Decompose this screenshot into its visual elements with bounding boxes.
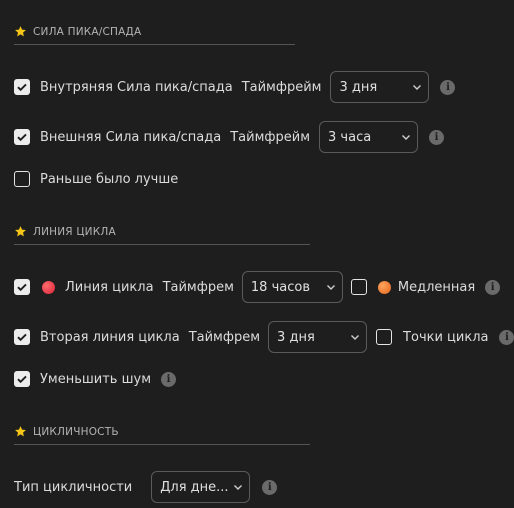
external-peak-checkbox[interactable]: [14, 129, 30, 145]
select-value: 18 часов: [250, 279, 310, 295]
section-header-cycle: ЛИНИЯ ЦИКЛА: [14, 225, 116, 238]
second-cycle-line-timeframe-select[interactable]: 3 дня: [268, 321, 368, 353]
external-peak-timeframe-select[interactable]: 3 часа: [319, 121, 419, 153]
section-divider: [14, 444, 310, 445]
section-header-peak: СИЛА ПИКА/СПАДА: [14, 25, 141, 38]
section-title: ЛИНИЯ ЦИКЛА: [33, 225, 116, 238]
select-value: 3 часа: [328, 129, 372, 145]
info-icon[interactable]: i: [485, 279, 501, 295]
check-icon: [17, 333, 27, 342]
info-icon[interactable]: i: [262, 479, 278, 495]
reduce-noise-checkbox[interactable]: [14, 371, 30, 387]
cycle-line-color-swatch[interactable]: [42, 280, 55, 294]
check-icon: [17, 133, 27, 142]
timeframe-label: Таймфрейм: [241, 79, 322, 95]
second-cycle-line-checkbox[interactable]: [14, 329, 30, 345]
cycle-line-checkbox[interactable]: [14, 279, 30, 295]
second-cycle-line-label: Вторая линия цикла: [40, 329, 180, 345]
star-icon: [15, 26, 26, 37]
info-icon[interactable]: i: [429, 129, 445, 145]
check-icon: [17, 283, 27, 292]
chevron-down-icon: [413, 85, 422, 90]
row-earlier-better: Раньше было лучше: [14, 163, 178, 195]
cycle-points-label: Точки цикла: [403, 329, 489, 345]
section-divider: [14, 244, 310, 245]
timeframe-label: Таймфрем: [162, 279, 234, 295]
cycle-line-label: Линия цикла: [65, 279, 154, 295]
row-reduce-noise: Уменьшить шум i: [14, 363, 176, 395]
earlier-better-label: Раньше было лучше: [40, 171, 179, 187]
chevron-down-icon: [402, 135, 411, 140]
row-external-peak: Внешняя Сила пика/спада Таймфрейм 3 часа…: [14, 121, 445, 153]
info-icon[interactable]: i: [499, 329, 514, 345]
timeframe-label: Таймфрем: [188, 329, 261, 345]
star-icon: [15, 226, 26, 237]
slow-line-checkbox[interactable]: [350, 279, 367, 295]
select-value: 3 дня: [339, 79, 378, 95]
chevron-down-icon: [234, 485, 243, 490]
earlier-better-checkbox[interactable]: [14, 171, 30, 187]
section-divider: [14, 44, 295, 45]
external-peak-label: Внешняя Сила пика/спада: [40, 129, 222, 145]
section-title: ЦИКЛИЧНОСТЬ: [33, 425, 119, 438]
cycle-line-timeframe-select[interactable]: 18 часов: [241, 271, 343, 303]
row-second-cycle-line: Вторая линия цикла Таймфрем 3 дня Точки …: [14, 321, 514, 353]
chevron-down-icon: [326, 285, 335, 290]
slow-line-color-swatch[interactable]: [377, 280, 391, 294]
reduce-noise-label: Уменьшить шум: [40, 371, 151, 387]
timeframe-label: Таймфрейм: [230, 129, 311, 145]
check-icon: [17, 83, 27, 92]
row-internal-peak: Внутряняя Сила пика/спада Таймфрейм 3 дн…: [14, 71, 456, 103]
info-icon[interactable]: i: [440, 79, 456, 95]
slow-line-label: Медленная: [397, 279, 476, 295]
cyclicity-type-select[interactable]: Для дне...: [151, 471, 251, 503]
internal-peak-timeframe-select[interactable]: 3 дня: [330, 71, 430, 103]
select-value: Для дне...: [160, 479, 229, 495]
cyclicity-type-label: Тип цикличности: [14, 479, 133, 495]
row-cycle-line: Линия цикла Таймфрем 18 часов Медленная …: [14, 271, 501, 303]
cycle-points-checkbox[interactable]: [376, 329, 393, 345]
check-icon: [17, 375, 27, 384]
row-cyclicity-type: Тип цикличности Для дне... i: [14, 471, 278, 503]
internal-peak-label: Внутряняя Сила пика/спада: [40, 79, 233, 95]
section-title: СИЛА ПИКА/СПАДА: [33, 25, 142, 38]
select-value: 3 дня: [277, 329, 315, 345]
section-header-cyclicity: ЦИКЛИЧНОСТЬ: [14, 425, 119, 438]
info-icon[interactable]: i: [161, 371, 176, 387]
internal-peak-checkbox[interactable]: [14, 79, 30, 95]
star-icon: [15, 426, 26, 437]
chevron-down-icon: [351, 335, 360, 340]
